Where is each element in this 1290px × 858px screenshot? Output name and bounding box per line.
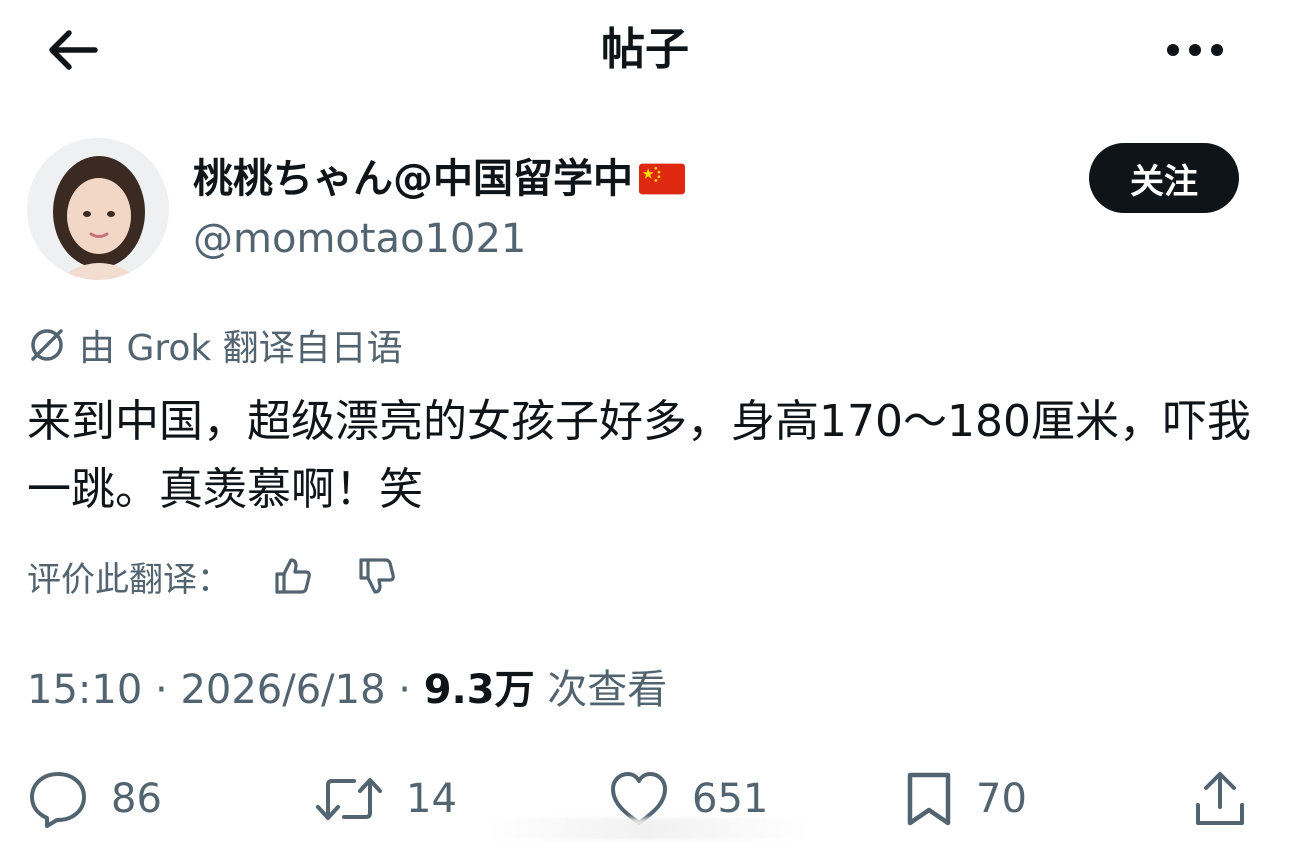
translate-icon <box>31 329 63 361</box>
post-meta: 15:10 · 2026/6/18 · 9.3万 次查看 <box>27 662 667 718</box>
thumbs-down-button[interactable] <box>349 548 405 604</box>
back-button[interactable] <box>40 22 104 78</box>
rate-translation-row: 评价此翻译： <box>27 548 405 604</box>
post-date[interactable]: 2026/6/18 <box>180 667 385 713</box>
bookmark-count: 70 <box>976 776 1027 822</box>
retweet-count: 14 <box>406 776 457 822</box>
views-label: 次查看 <box>547 667 668 713</box>
retweet-icon <box>316 778 382 820</box>
like-count: 651 <box>692 776 769 822</box>
more-options-button[interactable] <box>1160 22 1230 78</box>
post-time[interactable]: 15:10 <box>27 667 142 713</box>
avatar[interactable] <box>27 138 169 280</box>
page-title: 帖子 <box>601 24 689 75</box>
thumbs-up-button[interactable] <box>265 548 321 604</box>
post-text: 来到中国，超级漂亮的女孩子好多，身高170～180厘米，吓我一跳。真羡慕啊！笑 <box>27 396 1251 515</box>
translation-note[interactable]: 由 Grok 翻译自日语 <box>27 322 403 369</box>
bookmark-icon <box>907 772 951 826</box>
thumbs-down-icon <box>359 558 395 594</box>
share-icon <box>1196 772 1244 825</box>
retweet-button[interactable]: 14 <box>314 768 457 830</box>
like-button[interactable]: 651 <box>608 768 768 830</box>
meta-separator: · <box>155 667 168 713</box>
more-horizontal-icon <box>1167 44 1223 56</box>
reply-icon <box>30 772 86 828</box>
meta-separator: · <box>398 667 411 713</box>
thumbs-up-icon <box>275 558 311 594</box>
author-handle[interactable]: @momotao1021 <box>193 212 526 266</box>
china-flag-icon <box>639 163 685 195</box>
reply-count: 86 <box>111 776 162 822</box>
translation-note-text: 由 Grok 翻译自日语 <box>79 328 403 369</box>
author-display-name[interactable]: 桃桃ちゃん@中国留学中 <box>193 150 685 208</box>
arrow-left-icon <box>49 30 98 70</box>
display-name-text: 桃桃ちゃん@中国留学中 <box>193 156 633 202</box>
rate-translation-label: 评价此翻译： <box>27 559 231 600</box>
share-button[interactable] <box>1192 768 1248 830</box>
bookmark-button[interactable]: 70 <box>904 768 1027 830</box>
reply-button[interactable]: 86 <box>27 768 162 830</box>
heart-icon <box>611 772 667 825</box>
views-count[interactable]: 9.3万 <box>424 667 535 713</box>
avatar-image <box>27 138 169 280</box>
follow-button[interactable]: 关注 <box>1089 143 1239 213</box>
